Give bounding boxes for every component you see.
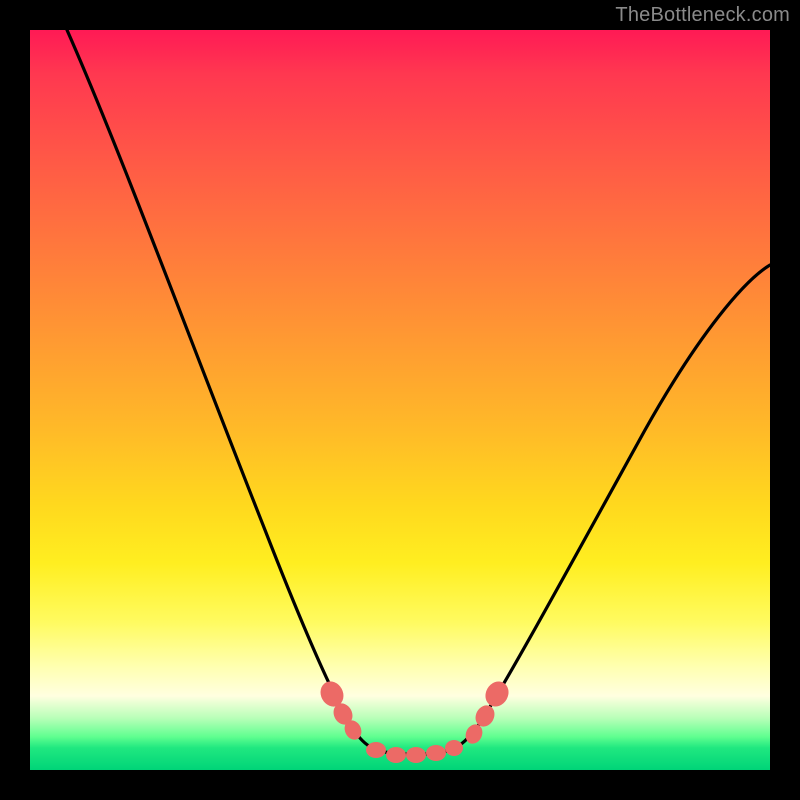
plot-background xyxy=(30,30,770,770)
chart-frame: TheBottleneck.com xyxy=(0,0,800,800)
watermark-text: TheBottleneck.com xyxy=(615,4,790,27)
